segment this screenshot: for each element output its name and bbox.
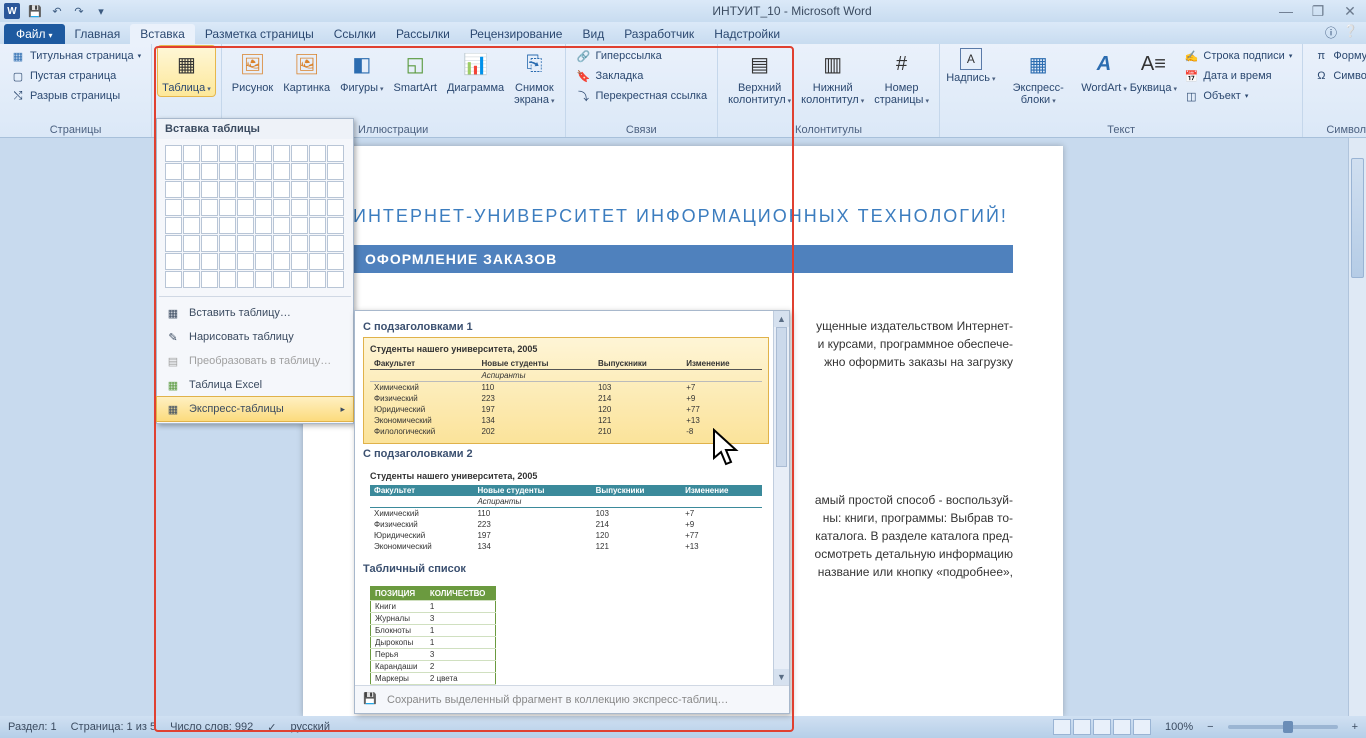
qat-undo[interactable]: ↶ <box>48 2 66 20</box>
window-minimize[interactable]: — <box>1274 3 1298 20</box>
qt-section-1: С подзаголовками 1 <box>363 321 769 333</box>
shapes-button[interactable]: ◧Фигуры <box>336 46 387 96</box>
table-dropdown-menu: Вставка таблицы ▦Вставить таблицу… ✎Нари… <box>156 118 354 424</box>
table-button[interactable]: ▦ Таблица <box>158 46 215 96</box>
window-title: ИНТУИТ_10 - Microsoft Word <box>310 4 1274 18</box>
tab-references[interactable]: Ссылки <box>324 24 386 44</box>
footer-icon: ▥ <box>817 48 849 80</box>
tab-home[interactable]: Главная <box>65 24 131 44</box>
wordart-icon: A <box>1088 48 1120 80</box>
hyperlink-button[interactable]: 🔗Гиперссылка <box>572 46 712 66</box>
clipart-button[interactable]: 🖼Картинка <box>279 46 334 96</box>
window-restore[interactable]: ❐ <box>1306 3 1330 20</box>
qat-redo[interactable]: ↷ <box>70 2 88 20</box>
window-close[interactable]: ✕ <box>1338 3 1362 20</box>
symbol-button[interactable]: ΩСимвол ▾ <box>1309 66 1366 86</box>
footer-button[interactable]: ▥Нижний колонтитул <box>797 46 868 108</box>
status-word-count[interactable]: Число слов: 992 <box>170 721 253 733</box>
tab-file[interactable]: Файл <box>4 24 65 44</box>
flyout-save-selection[interactable]: 💾Сохранить выделенный фрагмент в коллекц… <box>355 685 789 713</box>
object-button[interactable]: ◫Объект ▾ <box>1179 86 1296 106</box>
status-section[interactable]: Раздел: 1 <box>8 721 57 733</box>
quickparts-button[interactable]: ▦Экспресс-блоки <box>998 46 1079 108</box>
table-size-grid[interactable] <box>157 139 353 294</box>
qt-section-3: Табличный список <box>363 563 769 575</box>
tab-mailings[interactable]: Рассылки <box>386 24 460 44</box>
blank-page-button[interactable]: ▢Пустая страница <box>6 66 145 86</box>
qt-preview-3[interactable]: ПОЗИЦИЯКОЛИЧЕСТВО Книги1 Журналы3 Блокно… <box>363 579 503 685</box>
status-language[interactable]: русский <box>291 721 330 733</box>
wordart-button[interactable]: AWordArt <box>1081 46 1128 96</box>
menu-quick-tables[interactable]: ▦Экспресс-таблицы▸ <box>157 397 353 421</box>
word-app-icon: W <box>4 3 20 19</box>
picture-button[interactable]: 🖼Рисунок <box>228 46 278 96</box>
status-proofing-icon[interactable]: ✓ <box>267 721 276 734</box>
tab-view[interactable]: Вид <box>572 24 614 44</box>
picture-icon: 🖼 <box>237 48 269 80</box>
page-number-icon: # <box>886 48 918 80</box>
header-button[interactable]: ▤Верхний колонтитул <box>724 46 795 108</box>
status-bar: Раздел: 1 Страница: 1 из 5 Число слов: 9… <box>0 716 1366 738</box>
group-headerfooter-label: Колонтитулы <box>724 122 933 137</box>
bookmark-button[interactable]: 🔖Закладка <box>572 66 712 86</box>
vertical-scrollbar[interactable] <box>1348 138 1366 716</box>
date-time-button[interactable]: 📅Дата и время <box>1179 66 1296 86</box>
doc-heading: ОФОРМЛЕНИЕ ЗАКАЗОВ <box>353 245 1013 273</box>
view-buttons[interactable] <box>1053 719 1151 735</box>
quickparts-icon: ▦ <box>1022 48 1054 80</box>
menu-convert-to-table[interactable]: ▤Преобразовать в таблицу… <box>157 349 353 373</box>
zoom-level[interactable]: 100% <box>1165 721 1193 733</box>
qt-preview-2[interactable]: Студенты нашего университета, 2005 Факул… <box>363 464 769 559</box>
screenshot-icon: ⎘ <box>518 48 550 80</box>
qat-customize[interactable]: ▾ <box>92 2 110 20</box>
menu-excel-table[interactable]: ▦Таблица Excel <box>157 373 353 397</box>
clipart-icon: 🖼 <box>291 48 323 80</box>
dropcap-icon: A≡ <box>1137 48 1169 80</box>
screenshot-button[interactable]: ⎘Снимок экрана <box>510 46 558 108</box>
equation-button[interactable]: πФормула ▾ <box>1309 46 1366 66</box>
tab-review[interactable]: Рецензирование <box>460 24 573 44</box>
smartart-icon: ◱ <box>399 48 431 80</box>
menu-draw-table[interactable]: ✎Нарисовать таблицу <box>157 325 353 349</box>
zoom-out[interactable]: − <box>1207 721 1213 733</box>
crossref-button[interactable]: ⤵Перекрестная ссылка <box>572 86 712 106</box>
cover-page-button[interactable]: ▦Титульная страница ▾ <box>6 46 145 66</box>
group-pages-label: Страницы <box>6 122 145 137</box>
quick-tables-flyout: С подзаголовками 1 Студенты нашего униве… <box>354 310 790 714</box>
qt-section-2: С подзаголовками 2 <box>363 448 769 460</box>
tab-developer[interactable]: Разработчик <box>614 24 704 44</box>
dropcap-button[interactable]: A≡Буквица <box>1129 46 1177 96</box>
doc-title: ИНТЕРНЕТ-УНИВЕРСИТЕТ ИНФОРМАЦИОННЫХ ТЕХН… <box>353 206 1013 227</box>
help-icon[interactable]: ❔ <box>1343 24 1358 41</box>
smartart-button[interactable]: ◱SmartArt <box>390 46 441 96</box>
page-number-button[interactable]: #Номер страницы <box>870 46 933 108</box>
textbox-button[interactable]: AНадпись <box>946 46 996 86</box>
ribbon-minimize-icon[interactable]: ⓘ <box>1325 24 1337 41</box>
status-page[interactable]: Страница: 1 из 5 <box>71 721 157 733</box>
chart-button[interactable]: 📊Диаграмма <box>443 46 508 96</box>
flyout-scrollbar[interactable]: ▲▼ <box>773 311 789 685</box>
header-icon: ▤ <box>744 48 776 80</box>
table-icon: ▦ <box>170 48 202 80</box>
zoom-in[interactable]: + <box>1352 721 1358 733</box>
shapes-icon: ◧ <box>346 48 378 80</box>
group-links-label: Связи <box>572 122 712 137</box>
signature-line-button[interactable]: ✍Строка подписи ▾ <box>1179 46 1296 66</box>
group-text-label: Текст <box>946 122 1296 137</box>
tab-addins[interactable]: Надстройки <box>704 24 790 44</box>
tab-page-layout[interactable]: Разметка страницы <box>195 24 324 44</box>
zoom-slider[interactable] <box>1228 725 1338 729</box>
qt-preview-1[interactable]: Студенты нашего университета, 2005 Факул… <box>363 337 769 444</box>
qat-save[interactable]: 💾 <box>26 2 44 20</box>
table-menu-header: Вставка таблицы <box>157 119 353 139</box>
menu-insert-table[interactable]: ▦Вставить таблицу… <box>157 301 353 325</box>
chart-icon: 📊 <box>460 48 492 80</box>
textbox-icon: A <box>960 48 982 70</box>
group-symbols-label: Символы <box>1309 122 1366 137</box>
tab-insert[interactable]: Вставка <box>130 24 195 44</box>
page-break-button[interactable]: ⤭Разрыв страницы <box>6 86 145 106</box>
